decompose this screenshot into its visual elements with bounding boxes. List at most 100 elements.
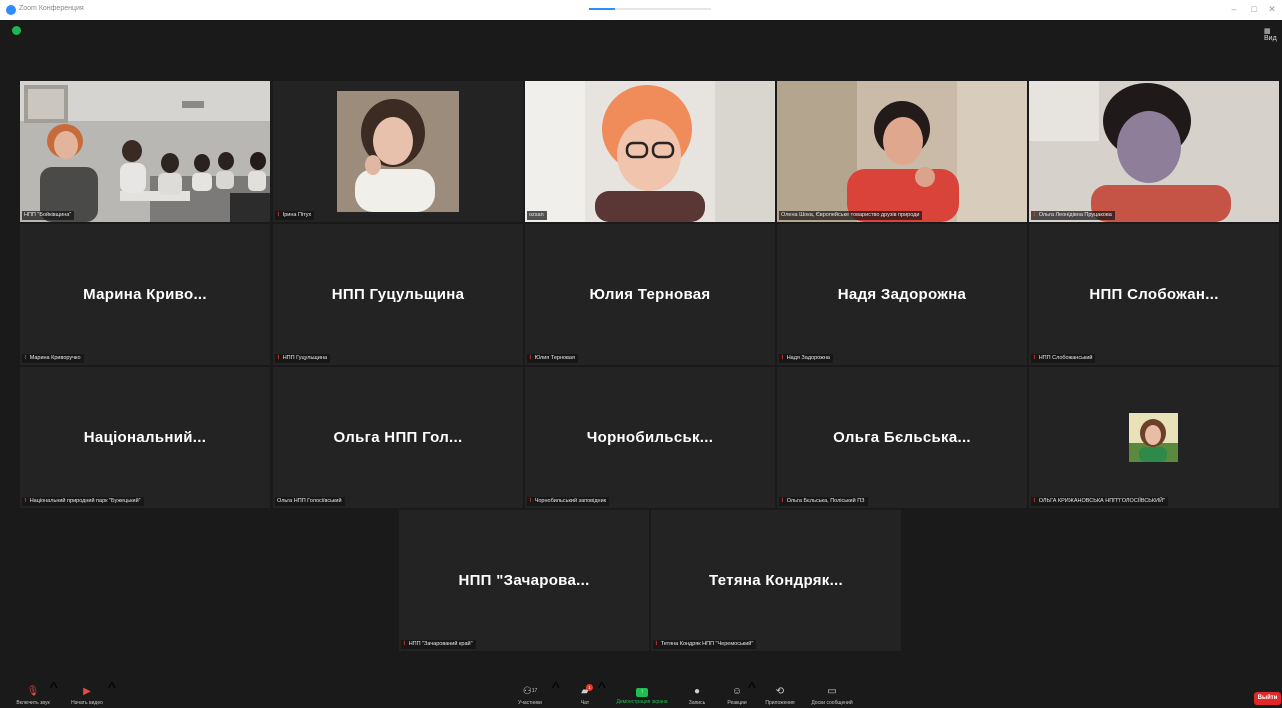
view-button[interactable]: ▦ Вид: [1264, 27, 1282, 42]
participants-count: 17: [531, 688, 538, 694]
participant-name-label: ⌇ Ірина Пітух: [275, 211, 315, 220]
participant-tile[interactable]: ⌇ Ірина Пітух: [273, 81, 523, 222]
window-title: Zoom Конференция: [19, 5, 84, 12]
participant-display-name: Марина Криво...: [83, 286, 207, 303]
participant-tile[interactable]: ⌇ ОЛЬГА КРИЖАНОВСЬКА НПП"ГОЛОСІЇВСЬКИЙ": [1029, 367, 1279, 508]
apps-button[interactable]: ⟲ Приложения: [758, 680, 802, 708]
participants-icon: ⚇17: [522, 686, 538, 697]
participant-display-name: Тетяна Кондряк...: [709, 572, 843, 589]
record-label: Запись: [688, 700, 706, 706]
chat-unread-badge: 1: [586, 684, 593, 691]
muted-mic-icon: ⌇: [24, 498, 27, 504]
participant-display-name: Національний...: [83, 429, 207, 446]
video-feed-participant: [525, 81, 775, 222]
participant-display-name: Чорнобильськ...: [586, 429, 714, 446]
muted-mic-icon: ⌇: [529, 498, 532, 504]
participant-tile[interactable]: НПП Слобожан... ⌇ НПП Слобожанський: [1029, 224, 1279, 365]
share-screen-button[interactable]: ↑ Демонстрация экрана: [608, 680, 676, 708]
muted-mic-icon: ⌇: [781, 498, 784, 504]
participant-name-label: ⌇ Надя Задорожна: [779, 354, 833, 363]
participants-options-caret[interactable]: ^: [552, 680, 560, 708]
participants-button[interactable]: ⚇17 Участники: [512, 680, 548, 708]
participant-tile[interactable]: Олена Шока, Європейське товариство друзі…: [777, 81, 1027, 222]
chat-options-caret[interactable]: ^: [598, 680, 606, 708]
muted-mic-icon: ⌇: [1033, 498, 1036, 504]
muted-mic-icon: ⌇: [277, 355, 280, 361]
participant-name-label: ⌇ Юлия Терновая: [527, 354, 578, 363]
whiteboard-button[interactable]: ▭ Доски сообщений: [804, 680, 860, 708]
share-screen-icon: ↑: [636, 688, 648, 697]
participant-display-name: НПП "Зачарова...: [458, 572, 590, 589]
participant-tile[interactable]: Національний... ⌇ Національний природний …: [20, 367, 270, 508]
muted-mic-icon: ⌇: [655, 641, 658, 647]
participant-name-label: Олена Шока, Європейське товариство друзі…: [779, 211, 923, 220]
participant-tile[interactable]: ⌇ Ольга Леонідівна Пруцакова: [1029, 81, 1279, 222]
record-icon: ●: [693, 686, 701, 697]
muted-mic-icon: ⌇: [277, 212, 280, 218]
participant-tile[interactable]: НПП Гуцульщина ⌇ НПП Гуцульщина: [273, 224, 523, 365]
video-off-icon: ▶︎: [83, 686, 91, 697]
minimize-button[interactable]: –: [1228, 4, 1240, 14]
participant-name-label: ⌇ ОЛЬГА КРИЖАНОВСЬКА НПП"ГОЛОСІЇВСЬКИЙ": [1031, 497, 1168, 506]
participant-display-name: Надя Задорожна: [837, 286, 967, 303]
share-screen-label: Демонстрация экрана: [616, 699, 668, 705]
participant-tile[interactable]: Ольга Бєльська... ⌇ Ольга Бєльська, Поліс…: [777, 367, 1027, 508]
video-feed-classroom: [20, 81, 270, 222]
start-video-label: Начать видео: [71, 700, 103, 706]
participant-tile[interactable]: Ольга НПП Гол... Ольга НПП Голосіївський: [273, 367, 523, 508]
apps-icon: ⟲: [775, 686, 785, 697]
view-label: Вид: [1264, 35, 1277, 42]
chat-label: Чат: [580, 700, 590, 706]
participant-name-label: ⌇ Тетяна Кондряк НПП "Черемоський": [653, 640, 757, 649]
maximize-button[interactable]: □: [1248, 4, 1260, 14]
muted-mic-icon: ⌇: [1033, 212, 1036, 218]
participant-tile[interactable]: НПП "Бойківщина": [20, 81, 270, 222]
zoom-logo-icon: [6, 5, 16, 15]
muted-mic-icon: ⌇: [781, 355, 784, 361]
reactions-options-caret[interactable]: ^: [748, 680, 756, 708]
title-bar-handle-accent: [589, 8, 615, 10]
participant-tile[interactable]: НПП "Зачарова... ⌇ НПП "Зачарований край": [399, 510, 649, 651]
participant-tile[interactable]: Марина Криво... ⌇ Марина Криворучко: [20, 224, 270, 365]
record-button[interactable]: ● Запись: [682, 680, 712, 708]
participant-name-label: ⌇ НПП Гуцульщина: [275, 354, 331, 363]
participant-tile[interactable]: Надя Задорожна ⌇ Надя Задорожна: [777, 224, 1027, 365]
participant-name-label: Ольга НПП Голосіївський: [275, 497, 345, 506]
leave-meeting-button[interactable]: Выйти: [1254, 692, 1281, 705]
participant-name-label: ⌇ Марина Криворучко: [22, 354, 84, 363]
apps-label: Приложения: [765, 700, 795, 706]
video-feed-participant: [777, 81, 1027, 222]
start-video-button[interactable]: ▶︎ Начать видео: [64, 680, 110, 708]
whiteboard-icon: ▭: [827, 686, 837, 697]
participant-name-label: ⌇ НПП "Зачарований край": [401, 640, 476, 649]
video-feed-participant: [1029, 81, 1279, 222]
title-bar: Zoom Конференция – □ ✕: [0, 0, 1282, 20]
whiteboard-label: Доски сообщений: [811, 700, 853, 706]
participant-display-name: НПП Гуцульщина: [331, 286, 465, 303]
participant-tile[interactable]: Чорнобильськ... ⌇ Чорнобильський заповідн…: [525, 367, 775, 508]
participant-tile[interactable]: Юлия Терновая ⌇ Юлия Терновая: [525, 224, 775, 365]
meeting-toolbar: 🎙︎ Включить звук ^ ▶︎ Начать видео ^ ⚇17…: [0, 680, 1282, 708]
close-button[interactable]: ✕: [1266, 4, 1278, 14]
participant-avatar: [1129, 413, 1178, 462]
participant-tile[interactable]: Тетяна Кондряк... ⌇ Тетяна Кондряк НПП "Ч…: [651, 510, 901, 651]
muted-mic-icon: ⌇: [403, 641, 406, 647]
participant-name-label: ⌇ Ольга Бєльська, Поліський ПЗ: [779, 497, 868, 506]
video-feed-participant: [273, 81, 523, 222]
muted-mic-icon: ⌇: [1033, 355, 1036, 361]
participant-display-name: НПП Слобожан...: [1089, 286, 1219, 303]
participant-name-label: ⌇ НПП Слобожанський: [1031, 354, 1096, 363]
muted-mic-icon: ⌇: [24, 355, 27, 361]
participant-name-label: ozsan: [527, 211, 547, 220]
participant-display-name: Ольга НПП Гол...: [333, 429, 463, 446]
zoom-meeting-window: Zoom Конференция – □ ✕ ▦ Вид НПП "Бойків…: [0, 0, 1282, 708]
muted-mic-icon: ⌇: [529, 355, 532, 361]
participant-tile[interactable]: ozsan: [525, 81, 775, 222]
video-options-caret[interactable]: ^: [108, 680, 116, 708]
chat-icon: ▰: [581, 686, 589, 697]
audio-options-caret[interactable]: ^: [50, 680, 58, 708]
chat-button[interactable]: ▰ 1 Чат: [572, 680, 598, 708]
participants-label: Участники: [518, 700, 542, 706]
participant-name-label: ⌇ Національний природний парк "Бужецький": [22, 497, 144, 506]
encryption-shield-icon[interactable]: [12, 26, 21, 35]
